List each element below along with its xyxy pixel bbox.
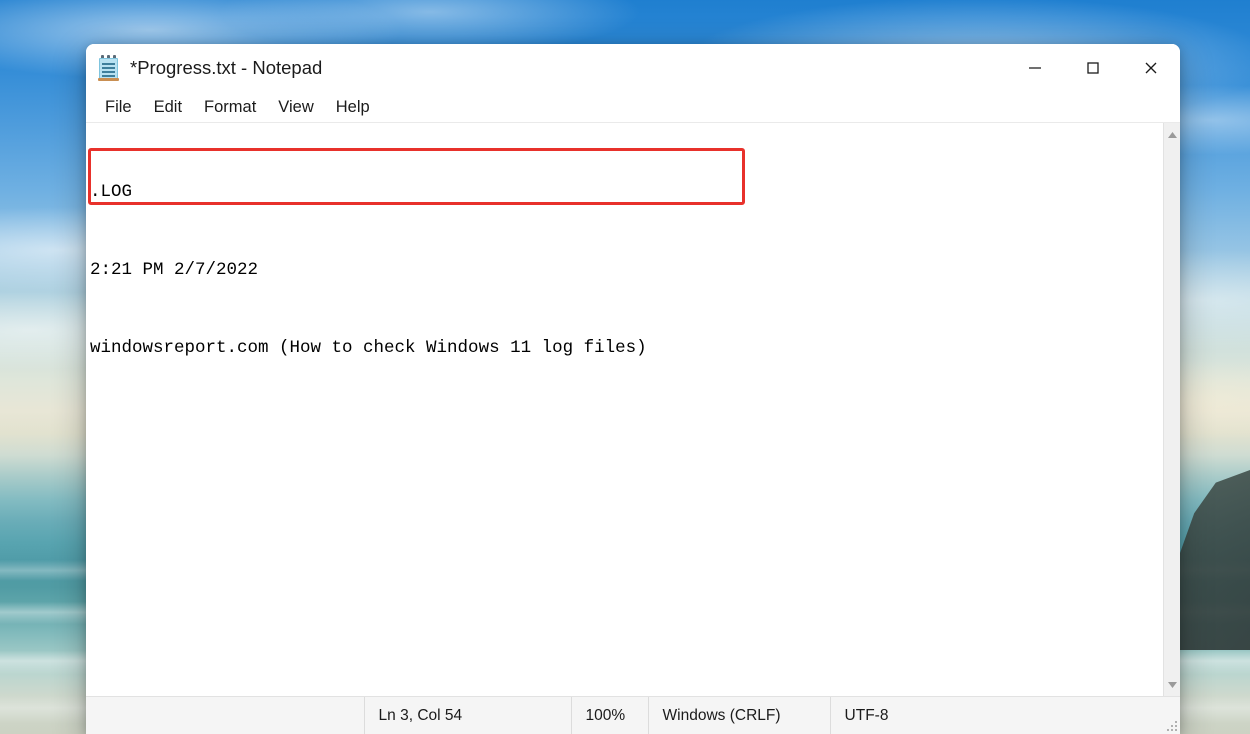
text-editor[interactable]: .LOG 2:21 PM 2/7/2022 windowsreport.com … xyxy=(86,123,1163,696)
menu-item-edit[interactable]: Edit xyxy=(143,96,193,119)
menu-item-file[interactable]: File xyxy=(94,96,143,119)
scroll-up-arrow-icon[interactable] xyxy=(1164,126,1181,143)
status-bar-spacer xyxy=(86,697,364,734)
menu-item-format[interactable]: Format xyxy=(193,96,267,119)
menu-item-help[interactable]: Help xyxy=(325,96,381,119)
scrollbar-thumb[interactable] xyxy=(1167,144,1178,675)
text-line: windowsreport.com (How to check Windows … xyxy=(90,338,647,358)
editor-area: .LOG 2:21 PM 2/7/2022 windowsreport.com … xyxy=(86,122,1180,696)
minimize-icon xyxy=(1029,67,1041,69)
text-line: .LOG xyxy=(90,182,133,202)
menu-item-view[interactable]: View xyxy=(267,96,324,119)
close-button[interactable] xyxy=(1122,44,1180,92)
vertical-scrollbar[interactable] xyxy=(1163,123,1180,696)
status-bar: Ln 3, Col 54 100% Windows (CRLF) UTF-8 xyxy=(86,696,1180,734)
maximize-icon xyxy=(1087,62,1099,74)
title-bar[interactable]: *Progress.txt - Notepad xyxy=(86,44,1180,92)
status-line-ending[interactable]: Windows (CRLF) xyxy=(647,697,830,734)
menu-bar: File Edit Format View Help xyxy=(86,92,1180,122)
scroll-down-arrow-icon[interactable] xyxy=(1164,676,1181,693)
window-controls xyxy=(1006,44,1180,92)
maximize-button[interactable] xyxy=(1064,44,1122,92)
desktop-wallpaper: *Progress.txt - Notepad File Edit Format… xyxy=(0,0,1250,734)
close-icon xyxy=(1145,62,1157,74)
notepad-icon xyxy=(98,55,120,81)
resize-grip[interactable] xyxy=(1164,718,1177,731)
window-title: *Progress.txt - Notepad xyxy=(130,57,323,78)
status-zoom-level[interactable]: 100% xyxy=(570,697,648,734)
minimize-button[interactable] xyxy=(1006,44,1064,92)
status-cursor-position: Ln 3, Col 54 xyxy=(363,697,571,734)
status-encoding[interactable]: UTF-8 xyxy=(829,697,1180,734)
notepad-window: *Progress.txt - Notepad File Edit Format… xyxy=(86,44,1180,734)
text-line: 2:21 PM 2/7/2022 xyxy=(90,260,259,280)
